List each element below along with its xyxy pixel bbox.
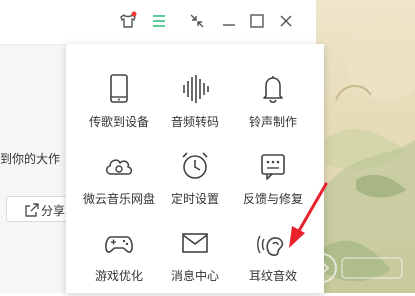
watermark-logo-icon [307, 253, 403, 283]
